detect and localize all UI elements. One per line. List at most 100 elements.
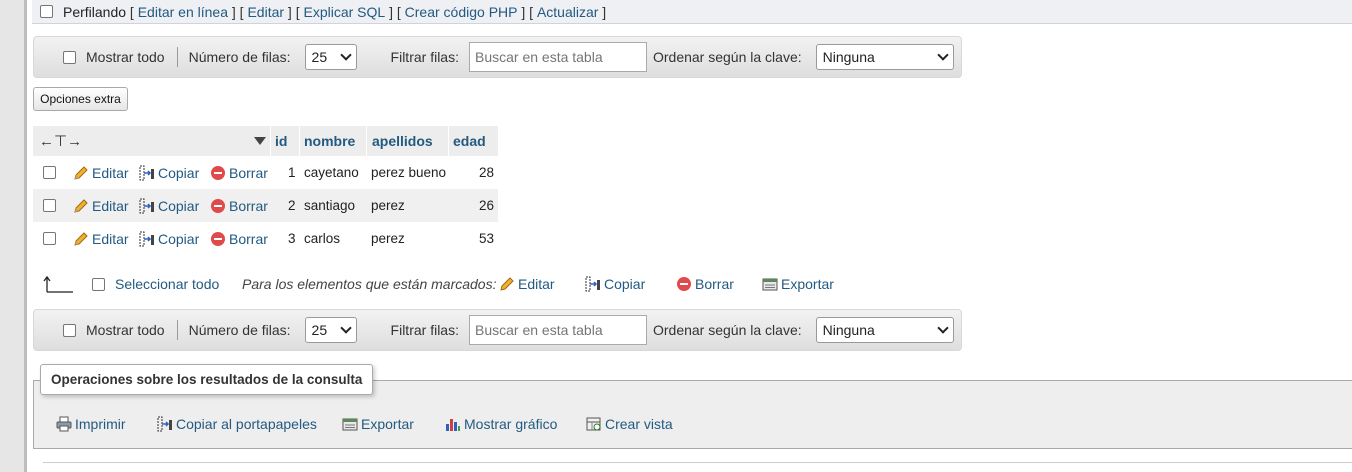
table-header: ←⊤→ id nombre apellidos edad	[33, 126, 498, 156]
sort-key-label: Ordenar según la clave:	[652, 49, 802, 65]
rows-count-label: Número de filas:	[188, 49, 291, 65]
filter-rows-label: Filtrar filas:	[390, 322, 459, 338]
row-edit-link[interactable]: Editar	[73, 222, 129, 255]
filter-rows-input[interactable]: Buscar en esta tabla	[468, 315, 647, 345]
show-all-checkbox[interactable]	[63, 50, 76, 64]
export-icon	[342, 418, 358, 431]
bulk-edit-button[interactable]: Editar	[499, 270, 555, 298]
edit-inline-link[interactable]: Editar en línea	[138, 4, 228, 20]
cell-nombre: carlos	[304, 231, 341, 246]
table-row: Editar Copiar Borrar 3 carlos perez 53	[33, 222, 498, 255]
row-edit-link[interactable]: Editar	[73, 156, 129, 189]
results-table: ←⊤→ id nombre apellidos edad Editar Copi…	[33, 126, 498, 255]
export-icon	[762, 278, 778, 291]
bulk-actions-bar: Seleccionar todo Para los elementos que …	[33, 270, 933, 298]
export-button[interactable]: Exportar	[342, 412, 414, 436]
rows-count-select[interactable]: 25	[304, 44, 357, 70]
profiling-label: Perfilando	[63, 3, 127, 20]
column-resize-arrows-icon[interactable]: ←⊤→	[39, 126, 82, 156]
row-copy-link[interactable]: Copiar	[139, 222, 199, 255]
show-all-checkbox[interactable]	[63, 323, 76, 337]
print-button[interactable]: Imprimir	[56, 412, 126, 436]
row-delete-link[interactable]: Borrar	[210, 222, 268, 255]
select-all-checkbox[interactable]	[92, 277, 105, 291]
navigation-bar-top: Mostrar todo Número de filas: 25 Filtrar…	[33, 36, 962, 78]
sort-options-icon[interactable]	[254, 126, 266, 156]
copy-icon	[139, 231, 154, 246]
row-delete-link[interactable]: Borrar	[210, 156, 268, 189]
extra-options-button[interactable]: Opciones extra	[33, 87, 128, 111]
cell-id: 3	[288, 231, 296, 246]
pencil-icon	[74, 165, 88, 180]
create-view-button[interactable]: Crear vista	[586, 412, 673, 436]
chevron-down-icon	[339, 49, 352, 61]
cell-nombre: cayetano	[304, 165, 359, 180]
column-header-apellidos[interactable]: apellidos	[372, 126, 433, 156]
delete-icon	[211, 198, 225, 213]
column-header-nombre[interactable]: nombre	[304, 126, 355, 156]
sort-key-select[interactable]: Ninguna	[815, 317, 954, 343]
row-copy-link[interactable]: Copiar	[139, 156, 199, 189]
bar-chart-icon	[446, 419, 460, 431]
cell-id: 1	[288, 165, 296, 180]
delete-icon	[211, 165, 225, 180]
copy-to-clipboard-button[interactable]: Copiar al portapapeles	[157, 412, 317, 436]
show-all-label: Mostrar todo	[86, 49, 165, 65]
pencil-icon	[500, 277, 514, 291]
sort-key-label: Ordenar según la clave:	[652, 322, 802, 338]
rows-count-label: Número de filas:	[188, 322, 291, 338]
copy-icon	[585, 276, 600, 292]
row-checkbox[interactable]	[43, 199, 56, 212]
profiling-bar: Perfilando [ Editar en línea ] [ Editar …	[32, 0, 1352, 24]
bulk-delete-button[interactable]: Borrar	[676, 270, 734, 298]
cell-apellidos: perez bueno	[371, 165, 447, 180]
table-row: Editar Copiar Borrar 1 cayetano perez bu…	[33, 156, 498, 189]
row-delete-link[interactable]: Borrar	[210, 189, 268, 222]
row-copy-link[interactable]: Copiar	[139, 189, 199, 222]
row-checkbox[interactable]	[43, 232, 56, 245]
show-all-label: Mostrar todo	[86, 322, 165, 338]
pencil-icon	[74, 198, 88, 213]
refresh-link[interactable]: Actualizar	[537, 4, 598, 20]
cell-edad: 26	[479, 198, 495, 213]
create-php-link[interactable]: Crear código PHP	[405, 4, 518, 20]
delete-icon	[677, 277, 691, 291]
arrow-up-left-icon	[43, 270, 75, 298]
delete-icon	[211, 231, 225, 246]
filter-rows-input[interactable]: Buscar en esta tabla	[468, 42, 647, 72]
chevron-down-icon	[936, 49, 949, 61]
bulk-copy-button[interactable]: Copiar	[585, 270, 645, 298]
cell-apellidos: perez	[371, 231, 405, 246]
row-checkbox[interactable]	[43, 166, 56, 179]
bulk-export-button[interactable]: Exportar	[762, 270, 834, 298]
chevron-down-icon	[339, 322, 352, 334]
printer-icon	[56, 416, 72, 432]
explain-sql-link[interactable]: Explicar SQL	[304, 4, 386, 20]
show-chart-button[interactable]: Mostrar gráfico	[445, 412, 557, 436]
query-operations-legend: Operaciones sobre los resultados de la c…	[40, 364, 374, 395]
rows-count-select[interactable]: 25	[304, 317, 357, 343]
create-view-icon	[586, 417, 601, 431]
cell-id: 2	[288, 198, 296, 213]
cell-nombre: santiago	[304, 198, 356, 213]
divider	[43, 462, 1352, 463]
table-row: Editar Copiar Borrar 2 santiago perez 26	[33, 189, 498, 222]
copy-icon	[139, 165, 154, 180]
pencil-icon	[74, 231, 88, 246]
row-edit-link[interactable]: Editar	[73, 189, 129, 222]
profiling-checkbox[interactable]	[40, 5, 53, 18]
select-all-label[interactable]: Seleccionar todo	[115, 270, 219, 298]
cell-apellidos: perez	[371, 198, 405, 213]
copy-icon	[157, 416, 172, 432]
left-panel	[0, 0, 24, 472]
column-header-id[interactable]: id	[275, 126, 287, 156]
edit-link[interactable]: Editar	[247, 4, 284, 20]
left-panel-divider[interactable]	[24, 0, 27, 472]
cell-edad: 53	[479, 231, 495, 246]
copy-icon	[139, 198, 154, 213]
sort-key-select[interactable]: Ninguna	[815, 44, 954, 70]
chevron-down-icon	[936, 322, 949, 334]
cell-edad: 28	[479, 165, 495, 180]
with-selected-label: Para los elementos que están marcados:	[242, 276, 497, 292]
column-header-edad[interactable]: edad	[453, 126, 486, 156]
